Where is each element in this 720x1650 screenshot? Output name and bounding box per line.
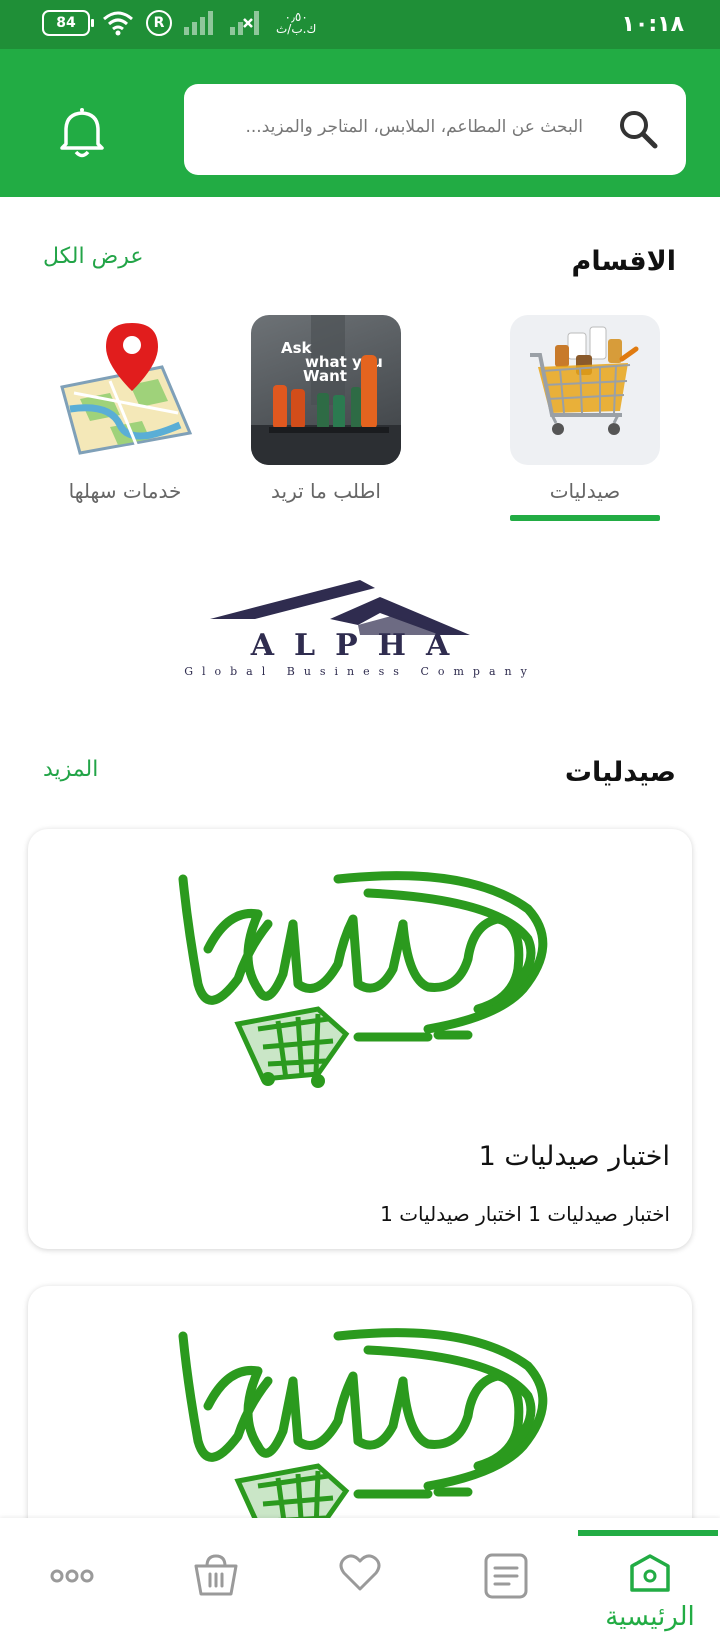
status-bar: 84 R ٠٫٥٠ ك.ب/ث ١٠:١٨ [0,0,720,49]
battery-level: 84 [56,15,76,31]
favorites-icon [339,1554,381,1591]
wifi-icon [103,11,133,36]
nav-basket[interactable] [144,1518,288,1650]
bottom-navigation: الرئيسية [0,1518,720,1650]
category-pharmacies[interactable]: صيدليات [505,315,665,503]
category-label: خدمات سهلها [68,479,182,503]
image-text-want: Want [303,367,347,385]
category-sahlha-services[interactable]: خدمات سهلها [45,315,205,503]
active-tab-indicator [578,1530,718,1536]
alpha-banner[interactable]: ALPHA Global Business Company [110,575,610,685]
sahlha-logo [178,1328,548,1539]
map-pin-image [50,315,200,465]
pharmacies-title: صيدليات [564,757,676,788]
category-label: اطلب ما تريد [271,479,381,503]
selected-category-indicator [510,515,660,521]
search-input[interactable]: البحث عن المطاعم، الملابس، المتاجر والمز… [184,84,686,175]
nav-home[interactable]: الرئيسية [578,1518,720,1650]
more-icon [50,1569,94,1583]
sahlha-logo [178,871,548,1088]
battery-icon: 84 [42,10,94,36]
nav-label: الرئيسية [605,1602,695,1632]
more-link[interactable]: المزيد [43,757,98,782]
search-placeholder: البحث عن المطاعم، الملابس، المتاجر والمز… [245,117,584,137]
alpha-tagline-text: Global Business Company [184,665,536,678]
card-description: اختبار صيدليات 1 اختبار صيدليات 1 [380,1202,670,1226]
nav-orders[interactable] [434,1518,578,1650]
card-title: اختبار صيدليات 1 [478,1141,670,1172]
pharmacy-cart-image [510,315,660,465]
network-speed-unit: ك.ب/ث [276,22,317,36]
category-ask-what-you-want[interactable]: Ask what you Want اطلب ما تريد [246,315,406,503]
status-time: ١٠:١٨ [621,12,684,37]
search-icon[interactable] [617,108,659,150]
nav-favorites[interactable] [288,1518,432,1650]
signal-no-service-icon [230,11,259,35]
network-speed: ٠٫٥٠ ك.ب/ث [276,11,316,35]
home-icon [630,1554,670,1592]
view-all-link[interactable]: عرض الكل [43,244,143,269]
orders-icon [484,1553,528,1599]
registered-mark: R [153,15,165,31]
signal-icon [184,11,213,35]
bell-icon[interactable] [52,102,112,162]
categories-title: الاقسام [571,246,676,277]
ask-what-you-want-image: Ask what you Want [251,315,401,465]
nav-more[interactable] [0,1518,144,1650]
pharmacy-card[interactable]: اختبار صيدليات 1 اختبار صيدليات 1 اختبار… [28,829,692,1249]
category-label: صيدليات [549,479,621,503]
alpha-brand-text: ALPHA [250,628,470,663]
status-icons: 84 R ٠٫٥٠ ك.ب/ث [42,10,316,36]
basket-icon [194,1554,238,1596]
registered-icon: R [146,10,172,36]
app-header: البحث عن المطاعم، الملابس، المتاجر والمز… [0,49,720,197]
